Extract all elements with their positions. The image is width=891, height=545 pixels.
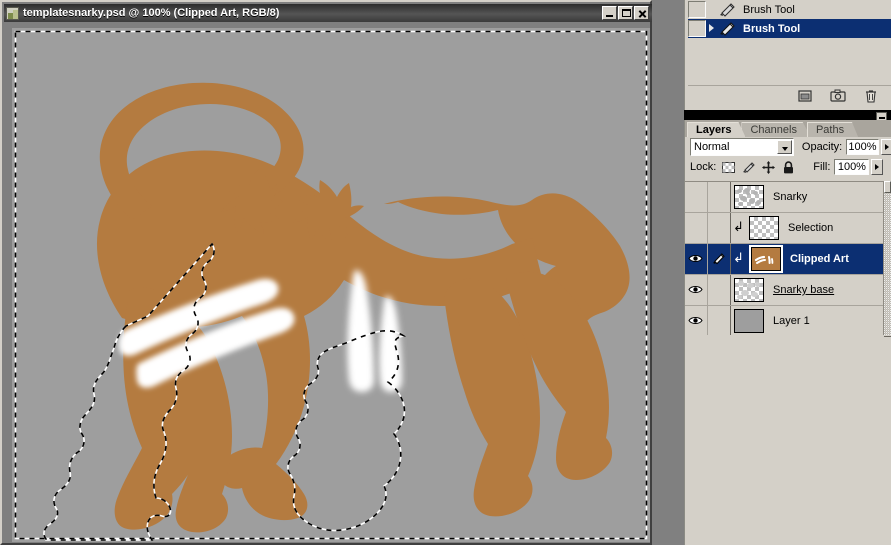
tab-paths[interactable]: Paths [806,122,859,137]
document-title: templatesnarky.psd @ 100% (Clipped Art, … [23,7,280,19]
document-window: templatesnarky.psd @ 100% (Clipped Art, … [0,0,652,545]
history-current-arrow-icon [709,1,717,18]
document-icon[interactable] [797,88,813,103]
layers-panel: Layers Channels Paths Normal Opacity: 10… [684,120,891,545]
layer-edit-indicator[interactable] [708,244,731,274]
brush-stroke-vertical-2 [379,296,402,392]
layer-name[interactable]: Clipped Art [790,253,849,265]
fill-label: Fill: [813,161,831,173]
layer-row-snarky[interactable]: Snarky [685,182,891,213]
layer-name[interactable]: Selection [788,222,833,234]
layer-link-toggle[interactable] [708,213,731,243]
brush-icon [717,2,737,18]
eye-icon [688,253,703,264]
camera-icon[interactable] [830,88,846,103]
close-button[interactable] [634,6,649,20]
panel-tab-strip: Layers Channels Paths [685,120,891,137]
layer-thumbnail[interactable] [734,185,764,209]
layer-link-toggle[interactable] [708,306,731,336]
history-state-list: Brush Tool Brush Tool [688,0,891,38]
layer-visibility-toggle[interactable] [685,306,708,336]
layer-link-toggle[interactable] [708,182,731,212]
clipping-mask-icon [733,213,746,243]
history-panel: Brush Tool Brush Tool [684,0,891,110]
layer-link-toggle[interactable] [708,275,731,305]
opacity-label: Opacity: [801,141,843,153]
history-snapshot-box[interactable] [688,20,706,37]
history-state-row[interactable]: Brush Tool [688,0,891,19]
layers-options: Normal Opacity: 100% Lock: Fill: 100% [685,137,891,181]
brush-icon [712,252,726,265]
layer-name[interactable]: Snarky base [773,284,834,296]
panel-divider [684,110,891,121]
brush-icon [717,21,737,37]
opacity-slider-button[interactable] [880,139,891,155]
blend-opacity-row: Normal Opacity: 100% [685,137,891,157]
layer-row-layer-1[interactable]: Layer 1 [685,306,891,337]
tab-channels[interactable]: Channels [741,122,811,137]
layer-visibility-toggle[interactable] [685,275,708,305]
history-snapshot-box[interactable] [688,1,706,18]
opacity-input[interactable]: 100% [846,139,879,155]
layer-thumbnail[interactable] [749,216,779,240]
layer-name[interactable]: Snarky [773,191,807,203]
lock-position-icon[interactable] [761,160,776,175]
lock-label: Lock: [690,161,717,173]
layer-name[interactable]: Layer 1 [773,315,810,327]
layer-row-clipped-art[interactable]: Clipped Art [685,244,891,275]
window-buttons [602,6,649,20]
layers-scrollbar[interactable] [883,181,891,335]
chevron-down-icon[interactable] [776,140,792,154]
layer-thumbnail[interactable] [749,245,783,273]
clipping-mask-icon [733,244,746,274]
fill-slider-button[interactable] [871,159,884,175]
layer-thumbnail[interactable] [734,278,764,302]
layer-row-snarky-base[interactable]: Snarky base [685,275,891,306]
history-button-bar [688,85,891,105]
lock-transparent-pixels-icon[interactable] [721,160,736,175]
fill-input[interactable]: 100% [834,159,870,175]
photoshop-window: templatesnarky.psd @ 100% (Clipped Art, … [0,0,891,545]
layer-list: Snarky Selection [685,181,891,337]
history-current-arrow-icon [709,20,717,37]
history-state-row-selected[interactable]: Brush Tool [688,19,891,38]
lock-fill-row: Lock: Fill: 100% [685,157,891,177]
document-titlebar[interactable]: templatesnarky.psd @ 100% (Clipped Art, … [4,4,652,22]
layer-row-selection[interactable]: Selection [685,213,891,244]
eye-icon [688,315,703,326]
canvas[interactable] [12,28,650,542]
layer-visibility-toggle[interactable] [685,244,708,274]
artwork-lion-silhouette [96,82,630,533]
history-state-label: Brush Tool [743,3,795,16]
trash-icon[interactable] [863,88,879,103]
minimize-button[interactable] [602,6,617,20]
layer-thumbnail[interactable] [734,309,764,333]
tab-layers[interactable]: Layers [687,122,746,137]
layer-visibility-toggle[interactable] [685,213,708,243]
lock-all-icon[interactable] [781,160,796,175]
history-state-label: Brush Tool [743,22,801,35]
maximize-button[interactable] [618,6,633,20]
blend-mode-value: Normal [694,141,730,153]
layers-scrollbar-thumb[interactable] [884,181,891,193]
eye-icon [688,284,703,295]
lock-image-pixels-icon[interactable] [741,160,756,175]
blend-mode-select[interactable]: Normal [690,138,794,156]
photoshop-document-icon [6,6,19,20]
layers-panel-empty-area [685,335,884,545]
layer-visibility-toggle[interactable] [685,182,708,212]
